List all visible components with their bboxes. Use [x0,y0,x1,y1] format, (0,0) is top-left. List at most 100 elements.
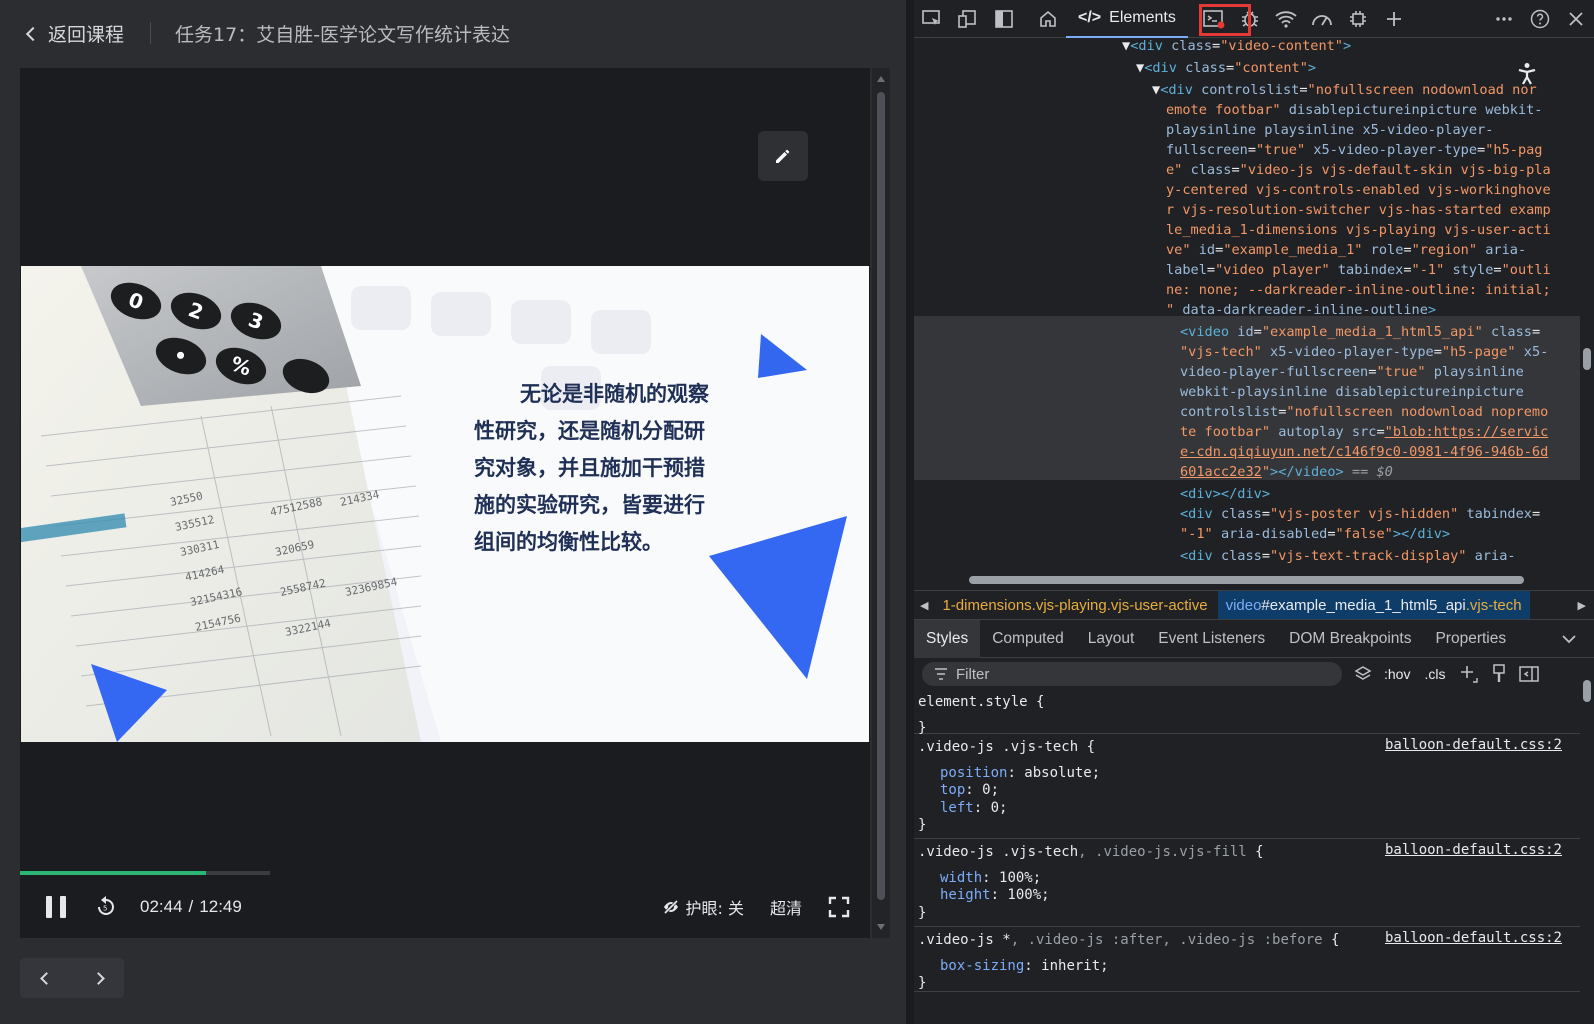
breadcrumb-left-arrow[interactable]: ◀ [920,599,928,612]
dom-line[interactable]: ▼<div class="video-content"> [1122,38,1351,56]
scroll-up-arrow[interactable] [877,76,885,82]
filter-icon [935,668,947,680]
dom-line[interactable]: fullscreen="true" x5-video-player-type="… [1166,140,1543,160]
computed-sidebar-icon[interactable] [1519,666,1540,682]
dom-scrollbar[interactable] [1580,38,1594,573]
note-edit-button[interactable] [758,131,808,181]
dom-line[interactable]: e-cdn.qiqiuyun.net/c146f9c0-0981-4f96-94… [1180,442,1548,462]
dom-tree[interactable]: ▼<div class="video-content"> ▼<div class=… [914,38,1580,573]
device-toolbar-button[interactable] [950,0,986,38]
fullscreen-icon[interactable] [828,896,850,918]
devtools-toolbar: </> Elements [914,0,1594,38]
welcome-button[interactable] [1030,0,1066,38]
breadcrumb-tag: video [1225,596,1262,614]
dom-line[interactable]: ne: none; --darkreader-inline-outline: i… [1166,280,1551,300]
dom-line[interactable]: " data-darkreader-inline-outline> [1166,300,1436,320]
style-rule[interactable]: .video-js .vjs-tech, .video-js.vjs-fill … [914,842,1580,927]
chevron-down-icon[interactable] [1562,634,1576,644]
breadcrumb-item-selected[interactable]: video #example_media_1_html5_api .vjs-tech [1217,591,1530,619]
dom-line[interactable]: <video id="example_media_1_html5_api" cl… [1180,322,1540,342]
tab-properties[interactable]: Properties [1423,620,1518,658]
stylesheet-link[interactable]: balloon-default.css:2 [1385,737,1562,755]
wifi-icon [1275,10,1297,28]
dock-side-button[interactable] [986,0,1022,38]
new-rule-icon[interactable] [1459,664,1479,684]
slide-caption-line: 组间的均衡性比较。 [474,530,663,554]
previous-lesson-button[interactable] [39,971,53,985]
replay-icon[interactable]: 5 [94,895,118,919]
close-icon [1569,11,1583,26]
style-rule[interactable]: .video-js .vjs-tech { balloon-default.cs… [914,737,1580,839]
dom-line[interactable]: le_media_1-dimensions vjs-playing vjs-us… [1166,220,1551,240]
panel-divider[interactable] [906,0,914,1024]
dom-line[interactable]: 601acc2e32"></video> == $0 [1180,462,1393,482]
tab-computed[interactable]: Computed [980,620,1076,658]
eye-care-toggle[interactable]: 护眼: 关 [662,895,744,919]
scrollbar-thumb[interactable] [1583,680,1591,702]
more-tools-button[interactable] [1376,0,1412,38]
tab-event-listeners[interactable]: Event Listeners [1146,620,1277,658]
pause-button[interactable] [46,895,66,918]
scrollbar-thumb[interactable] [877,92,885,900]
tab-memory[interactable] [1340,0,1376,38]
customize-menu-button[interactable] [1486,0,1522,38]
tab-performance[interactable] [1304,0,1340,38]
dom-line[interactable]: video-player-fullscreen="true" playsinli… [1180,362,1524,382]
dom-line[interactable]: webkit-playsinline disablepictureinpictu… [1180,382,1524,402]
tab-network[interactable] [1268,0,1304,38]
dom-horizontal-scrollbar[interactable] [914,573,1580,587]
tab-dom-breakpoints[interactable]: DOM Breakpoints [1277,620,1423,658]
styles-pane[interactable]: element.style { } .video-js .vjs-tech { … [914,690,1580,1024]
cls-toggle[interactable]: .cls [1424,666,1445,682]
dom-line[interactable]: te footbar" autoplay src="blob:https://s… [1180,422,1548,442]
dom-line[interactable]: emote footbar" disablepictureinpicture w… [1166,100,1543,120]
styles-filter-bar: Filter :hov .cls [914,658,1594,690]
video-player[interactable]: 0 2 3 • % 32550 335512 330311 414264 321… [20,68,870,938]
breadcrumb-item[interactable]: 1-dimensions.vjs-playing.vjs-user-active [942,597,1207,614]
dom-line[interactable]: "-1" aria-disabled="false"></div> [1180,524,1450,544]
style-rule[interactable]: .video-js *, .video-js :after, .video-js… [914,930,1580,992]
breadcrumb-right-arrow[interactable]: ▶ [1578,599,1586,612]
accessibility-icon[interactable] [1516,62,1538,86]
tab-layout[interactable]: Layout [1076,620,1147,658]
paint-brush-icon[interactable] [1491,664,1507,684]
rule-selector: element.style [918,694,1037,710]
dom-line[interactable]: <div></div> [1180,484,1270,504]
code-icon: </> [1078,8,1102,26]
course-scrollbar[interactable] [872,68,890,938]
breadcrumb-id: #example_media_1_html5_api [1261,596,1466,614]
styles-filter-input[interactable]: Filter [922,662,1342,686]
time-separator: / [188,896,194,916]
dom-line[interactable]: <div class="vjs-poster vjs-hidden" tabin… [1180,504,1540,524]
stylesheet-link[interactable]: balloon-default.css:2 [1385,930,1562,948]
tab-styles[interactable]: Styles [914,619,981,658]
tab-elements[interactable]: </> Elements [1066,0,1188,38]
inspect-element-button[interactable] [914,0,950,38]
scroll-down-arrow[interactable] [877,924,885,930]
dom-line[interactable]: r vjs-resolution-switcher vjs-has-starte… [1166,200,1551,220]
current-time: 02:44 [140,896,183,916]
dom-line[interactable]: playsinline playsinline x5-video-player- [1166,120,1493,140]
help-button[interactable] [1522,0,1558,38]
quality-button[interactable]: 超清 [770,895,802,919]
dom-line[interactable]: ▼<div class="content"> [1136,58,1316,78]
styles-scrollbar[interactable] [1580,658,1594,1024]
hov-toggle[interactable]: :hov [1384,666,1410,682]
close-devtools-button[interactable] [1558,0,1594,38]
next-lesson-button[interactable] [91,971,105,985]
dom-line[interactable]: ve" id="example_media_1" role="region" a… [1166,240,1526,260]
dom-line[interactable]: y-centered vjs-controls-enabled vjs-work… [1166,180,1551,200]
dom-line[interactable]: "vjs-tech" x5-video-player-type="h5-page… [1180,342,1548,362]
dom-line[interactable]: controlslist="nofullscreen nodownload no… [1180,402,1548,422]
back-to-course-button[interactable]: 返回课程 [25,20,124,47]
dom-line[interactable]: ▼<div controlslist="nofullscreen nodownl… [1152,80,1537,100]
dom-line[interactable]: <div class="vjs-text-track-display" aria… [1180,546,1516,566]
style-rule[interactable]: element.style { } [914,690,1580,736]
dom-line[interactable]: e" class="video-js vjs-default-skin vjs-… [1166,160,1551,180]
stylesheet-link[interactable]: balloon-default.css:2 [1385,842,1562,860]
home-icon [1040,10,1056,27]
dom-line[interactable]: label="video player" tabindex="-1" style… [1166,260,1551,280]
scrollbar-thumb[interactable] [969,576,1524,584]
layers-icon[interactable] [1354,665,1372,683]
scrollbar-thumb[interactable] [1583,348,1591,370]
